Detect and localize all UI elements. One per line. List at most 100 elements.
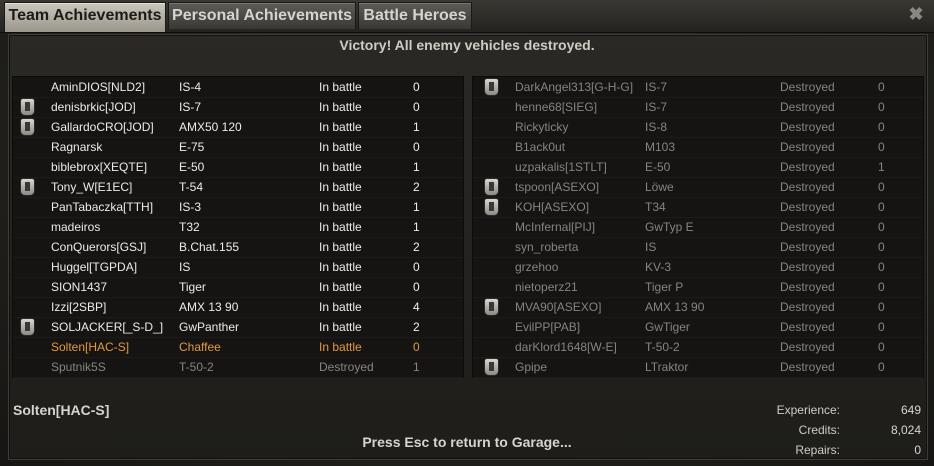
player-row[interactable]: B1ack0ut M103 Destroyed 0 bbox=[473, 137, 923, 158]
vehicle-cell: GwPanther bbox=[179, 320, 240, 334]
frags-cell: 0 bbox=[878, 180, 885, 194]
status-cell: Destroyed bbox=[780, 220, 835, 234]
status-cell: In battle bbox=[319, 120, 362, 134]
frags-cell: 0 bbox=[878, 260, 885, 274]
player-row[interactable]: SOLJACKER[_S-D_] GwPanther In battle 2 bbox=[13, 317, 463, 338]
player-row[interactable]: EvilPP[PAB] GwTiger Destroyed 0 bbox=[473, 317, 923, 338]
vehicle-cell: AMX50 120 bbox=[179, 120, 242, 134]
player-row[interactable]: Tony_W[E1EC] T-54 In battle 2 bbox=[13, 177, 463, 198]
tab-bar: Team Achievements Personal Achievements … bbox=[0, 0, 934, 33]
player-name-cell: syn_roberta bbox=[515, 240, 579, 254]
status-cell: In battle bbox=[319, 340, 362, 354]
player-name-cell: Tony_W[E1EC] bbox=[51, 180, 133, 194]
vehicle-cell: GwTyp E bbox=[645, 220, 694, 234]
vehicle-cell: T-50-2 bbox=[179, 360, 214, 374]
status-cell: Destroyed bbox=[780, 340, 835, 354]
status-cell: In battle bbox=[319, 240, 362, 254]
player-row[interactable]: Gpipe LTraktor Destroyed 0 bbox=[473, 357, 923, 378]
vehicle-cell: Tiger bbox=[179, 280, 206, 294]
player-name-cell: Rickyticky bbox=[515, 120, 569, 134]
player-row[interactable]: uzpakalis[1STLT] E-50 Destroyed 1 bbox=[473, 157, 923, 178]
player-row[interactable]: Ragnarsk E-75 In battle 0 bbox=[13, 137, 463, 158]
frags-cell: 1 bbox=[413, 160, 420, 174]
vehicle-cell: Löwe bbox=[645, 180, 674, 194]
player-name-cell: PanTabaczka[TTH] bbox=[51, 200, 154, 214]
vehicle-cell: AMX 13 90 bbox=[179, 300, 239, 314]
player-row[interactable]: SION1437 Tiger In battle 0 bbox=[13, 277, 463, 298]
player-name-cell: Gpipe bbox=[515, 360, 548, 374]
player-row[interactable]: biblebrox[XEQTE] E-50 In battle 1 bbox=[13, 157, 463, 178]
player-name-cell: Huggel[TGPDA] bbox=[51, 260, 138, 274]
player-row[interactable]: ConQuerors[GSJ] B.Chat.155 In battle 2 bbox=[13, 237, 463, 258]
vehicle-cell: KV-3 bbox=[645, 260, 672, 274]
tab-battle-heroes[interactable]: Battle Heroes bbox=[358, 2, 472, 29]
frags-cell: 0 bbox=[413, 280, 420, 294]
player-row[interactable]: Rickyticky IS-8 Destroyed 0 bbox=[473, 117, 923, 138]
frags-cell: 1 bbox=[413, 360, 420, 374]
frags-cell: 1 bbox=[878, 160, 885, 174]
player-row[interactable]: madeiros T32 In battle 1 bbox=[13, 217, 463, 238]
player-name-cell: henne68[SIEG] bbox=[515, 100, 598, 114]
vehicle-cell: T34 bbox=[645, 200, 666, 214]
vehicle-cell: IS-7 bbox=[179, 100, 202, 114]
status-cell: Destroyed bbox=[780, 80, 835, 94]
frags-cell: 0 bbox=[878, 320, 885, 334]
player-row[interactable]: grzehoo KV-3 Destroyed 0 bbox=[473, 257, 923, 278]
player-row[interactable]: Izzi[2SBP] AMX 13 90 In battle 4 bbox=[13, 297, 463, 318]
player-row[interactable]: nietoperz21 Tiger P Destroyed 0 bbox=[473, 277, 923, 298]
player-row[interactable]: henne68[SIEG] IS-7 Destroyed 0 bbox=[473, 97, 923, 118]
player-row[interactable]: AminDIOS[NLD2] IS-4 In battle 0 bbox=[13, 77, 463, 98]
player-name-cell: uzpakalis[1STLT] bbox=[515, 160, 607, 174]
player-row[interactable]: tspoon[ASEXO] Löwe Destroyed 0 bbox=[473, 177, 923, 198]
frags-cell: 2 bbox=[413, 240, 420, 254]
player-row[interactable]: GallardoCRO[JOD] AMX50 120 In battle 1 bbox=[13, 117, 463, 138]
achievement-badge-icon bbox=[21, 119, 34, 135]
frags-cell: 0 bbox=[413, 100, 420, 114]
vehicle-cell: GwTiger bbox=[645, 320, 690, 334]
player-name-cell: MVA90[ASEXO] bbox=[515, 300, 602, 314]
vehicle-cell: AMX 13 90 bbox=[645, 300, 705, 314]
player-row[interactable]: PanTabaczka[TTH] IS-3 In battle 1 bbox=[13, 197, 463, 218]
frags-cell: 0 bbox=[413, 80, 420, 94]
frags-cell: 2 bbox=[413, 320, 420, 334]
achievement-badge-icon bbox=[21, 179, 34, 195]
player-row[interactable]: McInfernal[PIJ] GwTyp E Destroyed 0 bbox=[473, 217, 923, 238]
player-row[interactable]: Sputnik5S T-50-2 Destroyed 1 bbox=[13, 357, 463, 378]
player-name-cell: B1ack0ut bbox=[515, 140, 566, 154]
status-cell: In battle bbox=[319, 100, 362, 114]
status-cell: Destroyed bbox=[780, 260, 835, 274]
tab-team-achievements[interactable]: Team Achievements bbox=[4, 2, 166, 32]
vehicle-cell: IS-7 bbox=[645, 100, 668, 114]
player-row[interactable]: Huggel[TGPDA] IS In battle 0 bbox=[13, 257, 463, 278]
vehicle-cell: Chaffee bbox=[179, 340, 221, 354]
vehicle-cell: Tiger P bbox=[645, 280, 684, 294]
player-row[interactable]: KOH[ASEXO] T34 Destroyed 0 bbox=[473, 197, 923, 218]
return-to-garage-hint: Press Esc to return to Garage... bbox=[362, 434, 572, 450]
player-row[interactable]: Solten[HAC-S] Chaffee In battle 0 bbox=[13, 337, 463, 358]
vehicle-cell: E-50 bbox=[645, 160, 671, 174]
status-cell: In battle bbox=[319, 320, 362, 334]
status-cell: Destroyed bbox=[319, 360, 374, 374]
frags-cell: 0 bbox=[878, 80, 885, 94]
vehicle-cell: IS bbox=[645, 240, 657, 254]
status-cell: Destroyed bbox=[780, 120, 835, 134]
frags-cell: 0 bbox=[878, 280, 885, 294]
player-row[interactable]: syn_roberta IS Destroyed 0 bbox=[473, 237, 923, 258]
close-icon[interactable]: ✖ bbox=[906, 4, 926, 24]
status-cell: In battle bbox=[319, 160, 362, 174]
player-name-cell: SOLJACKER[_S-D_] bbox=[51, 320, 164, 334]
frags-cell: 0 bbox=[878, 140, 885, 154]
vehicle-cell: T-50-2 bbox=[645, 340, 680, 354]
player-row[interactable]: darKlord1648[W-E] T-50-2 Destroyed 0 bbox=[473, 337, 923, 358]
player-row[interactable]: MVA90[ASEXO] AMX 13 90 Destroyed 0 bbox=[473, 297, 923, 318]
player-name-cell: GallardoCRO[JOD] bbox=[51, 120, 154, 134]
frags-cell: 0 bbox=[878, 360, 885, 374]
achievement-badge-icon bbox=[485, 199, 498, 215]
player-row[interactable]: denisbrkic[JOD] IS-7 In battle 0 bbox=[13, 97, 463, 118]
tab-personal-achievements[interactable]: Personal Achievements bbox=[168, 2, 356, 29]
player-name-cell: madeiros bbox=[51, 220, 101, 234]
achievement-badge-icon bbox=[485, 179, 498, 195]
player-name-cell: darKlord1648[W-E] bbox=[515, 340, 617, 354]
frags-cell: 0 bbox=[878, 340, 885, 354]
player-row[interactable]: DarkAngel313[G-H-G] IS-7 Destroyed 0 bbox=[473, 77, 923, 98]
